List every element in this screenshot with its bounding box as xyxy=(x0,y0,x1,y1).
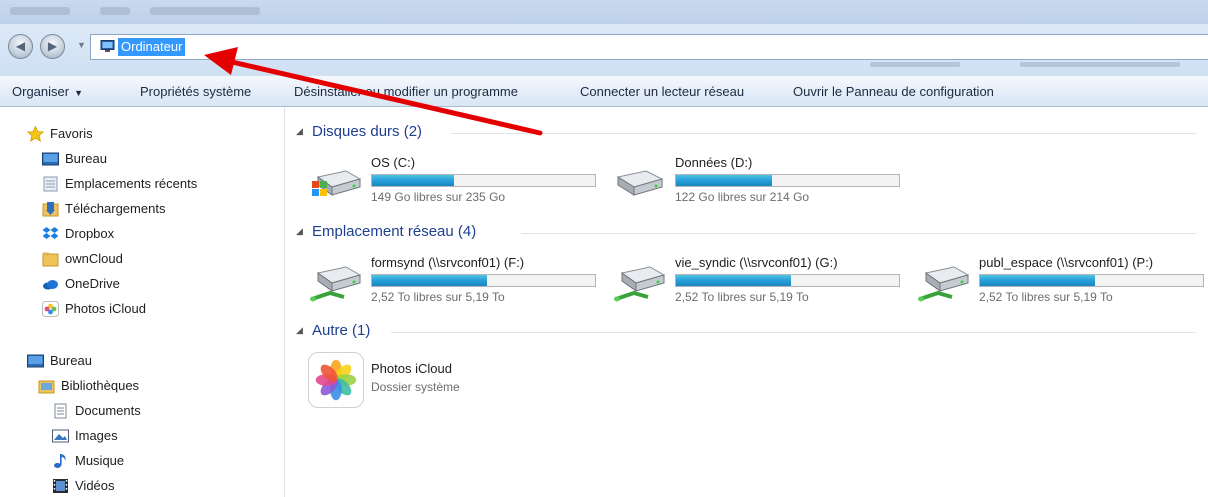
annotation-arrow xyxy=(204,47,543,136)
